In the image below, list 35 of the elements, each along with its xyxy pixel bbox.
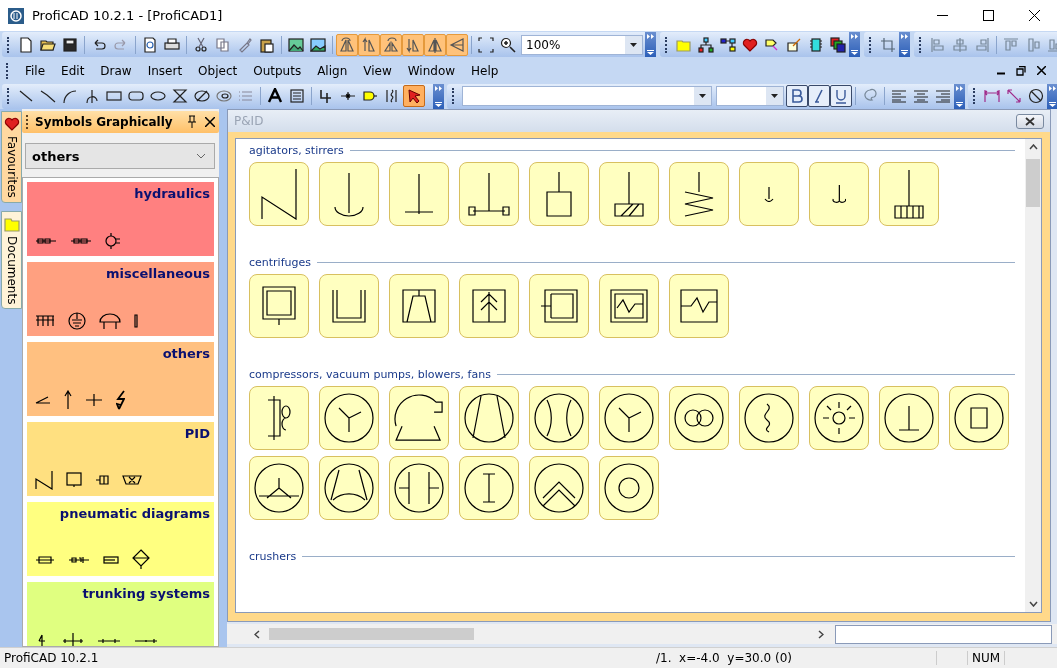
window-title: ProfiCAD 10.2.1 - [ProfiCAD1] <box>32 8 224 23</box>
category-title: hydraulics <box>134 186 210 201</box>
menu-item[interactable]: Object <box>190 61 246 80</box>
category-card[interactable]: hydraulics <box>27 182 214 256</box>
menu-item[interactable]: Outputs <box>245 61 310 80</box>
section-title: crushers <box>249 549 297 563</box>
section-title: compressors, vacuum pumps, blowers, fans <box>249 367 491 381</box>
category-title: trunking systems <box>82 586 210 601</box>
side-tab[interactable]: Favourites <box>1 111 22 203</box>
window-title: P&ID <box>234 114 265 128</box>
side-tab[interactable]: Documents <box>1 210 22 310</box>
status-text: ProfiCAD 10.2.1 <box>3 651 100 665</box>
menu-item[interactable]: Draw <box>92 61 140 80</box>
category-title: miscellaneous <box>106 266 210 281</box>
section-title: agitators, stirrers <box>249 143 344 157</box>
category-card[interactable]: pneumatic diagrams <box>27 502 214 576</box>
menu-item[interactable]: Help <box>463 61 507 80</box>
menu-item[interactable]: Edit <box>53 61 93 80</box>
library-dropdown[interactable]: others <box>25 143 215 169</box>
cursor-position: /1. x=-4.0 y=30.0 (0) <box>656 651 937 665</box>
category-title: others <box>162 346 210 361</box>
menu-item[interactable]: View <box>355 61 400 80</box>
category-card[interactable]: miscellaneous <box>27 262 214 336</box>
category-title: pneumatic diagrams <box>59 506 210 521</box>
section-title: centrifuges <box>249 255 311 269</box>
category-card[interactable]: PID <box>27 422 214 496</box>
num-lock-indicator: NUM <box>967 651 1005 665</box>
category-title: PID <box>184 426 210 441</box>
category-card[interactable]: trunking systems <box>27 582 214 646</box>
menu-item[interactable]: File <box>17 61 54 80</box>
menu-item[interactable]: Window <box>399 61 464 80</box>
menu-item[interactable]: Align <box>309 61 356 80</box>
category-card[interactable]: others <box>27 342 214 416</box>
menu-item[interactable]: Insert <box>139 61 191 80</box>
panel-title: Symbols Graphically <box>35 115 174 129</box>
